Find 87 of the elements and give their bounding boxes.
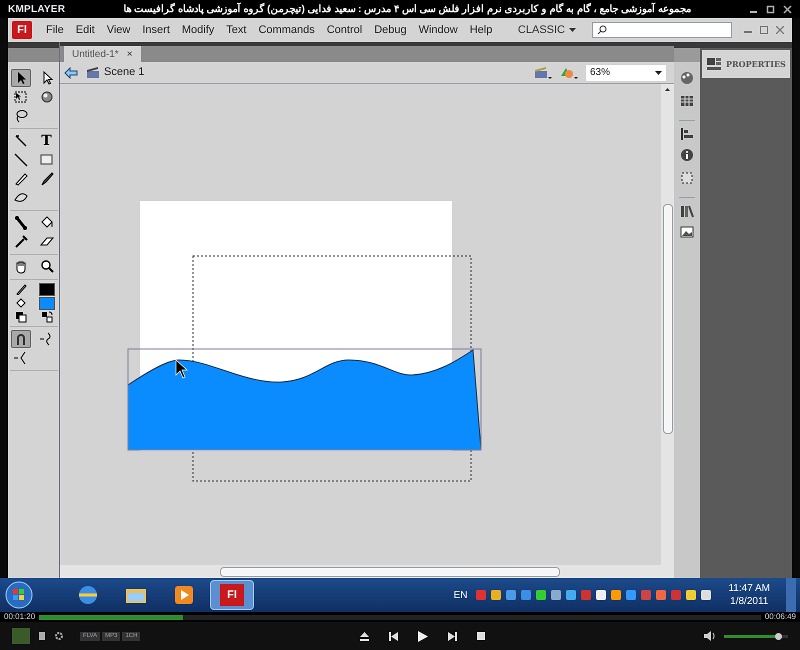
menu-item[interactable]: Edit	[70, 22, 101, 38]
stroke-color-swatch[interactable]	[38, 283, 54, 296]
tray-icon[interactable]	[610, 589, 622, 601]
previous-icon[interactable]	[388, 632, 398, 640]
swap-colors-icon[interactable]	[40, 311, 52, 323]
tool-button[interactable]	[10, 330, 30, 348]
eyedropper-icon	[12, 234, 28, 250]
scroll-thumb[interactable]	[662, 204, 672, 434]
volume-icon[interactable]	[704, 631, 716, 641]
scene-label: Scene 1	[104, 65, 144, 80]
menu-item[interactable]: Modify	[176, 22, 220, 38]
tray-icon[interactable]	[490, 589, 502, 601]
back-arrow-icon[interactable]	[64, 66, 78, 78]
settings-icon[interactable]	[54, 631, 64, 641]
align-icon[interactable]	[679, 126, 695, 142]
sphere-icon	[38, 89, 54, 105]
tray-icon[interactable]	[550, 589, 562, 601]
workspace-dropdown[interactable]: CLASSIC	[510, 22, 584, 38]
volume-thumb[interactable]	[775, 632, 782, 640]
bone-icon	[12, 215, 28, 231]
tray-icon[interactable]	[700, 589, 712, 601]
clock-time[interactable]: 11:47 AM	[728, 582, 770, 595]
seek-bar[interactable]	[39, 614, 761, 620]
tray-icon[interactable]	[595, 589, 608, 601]
player-logo: KMPLAYER	[8, 2, 66, 16]
tray-icon[interactable]	[535, 589, 548, 601]
zoom-icon	[38, 259, 54, 275]
palette-icon[interactable]	[679, 70, 695, 86]
menu-item[interactable]: Control	[320, 22, 368, 38]
app-logo: Fl	[12, 21, 32, 39]
pen-icon	[12, 133, 28, 149]
library-icon[interactable]	[679, 203, 695, 219]
pencil-icon	[14, 283, 26, 295]
properties-icon	[706, 57, 722, 71]
menu-item[interactable]: Debug	[368, 22, 413, 38]
vertical-scrollbar[interactable]	[661, 84, 674, 565]
clock-date[interactable]: 1/8/2011	[730, 595, 768, 608]
transform-icon	[12, 89, 28, 105]
pencil-icon	[12, 171, 28, 187]
total-time: 00:06:49	[764, 611, 796, 623]
tray-icon[interactable]	[565, 589, 578, 601]
document-tab[interactable]: Untitled-1* ×	[64, 46, 141, 62]
menu-item[interactable]: Help	[464, 22, 498, 38]
eject-icon[interactable]	[360, 632, 369, 640]
info-icon[interactable]	[679, 146, 695, 162]
zoom-dropdown[interactable]: 63%	[586, 64, 666, 80]
straighten-icon	[12, 350, 28, 366]
stop-icon[interactable]	[476, 632, 485, 640]
start-button[interactable]	[4, 580, 34, 610]
next-icon[interactable]	[448, 632, 457, 640]
mouse-cursor	[176, 359, 188, 378]
menu-item[interactable]: Window	[412, 22, 464, 38]
menu-item[interactable]: Commands	[252, 22, 321, 38]
tray-icon[interactable]	[685, 589, 698, 601]
caret-icon	[569, 28, 576, 32]
elapsed-time: 00:01:20	[4, 611, 36, 623]
playlist-icon[interactable]	[38, 631, 46, 641]
tool-button[interactable]	[10, 69, 30, 87]
line-icon	[12, 152, 28, 168]
taskbar-button[interactable]: Fl	[210, 580, 254, 610]
volume-slider[interactable]	[724, 634, 788, 638]
fill-color-swatch[interactable]	[38, 297, 54, 310]
tool-button[interactable]: T	[36, 132, 56, 150]
window-title: مجموعه آموزشی جامع ، گام به گام و کاربردی نرم افزار فلش سی اس ۴ مدرس : سعید فدایی (تیچرمن) گروه آموزشی پادشاه گرافیست ها	[122, 2, 692, 16]
search-field[interactable]	[592, 22, 732, 38]
close-icon[interactable]	[783, 4, 792, 14]
image-icon[interactable]	[679, 224, 695, 240]
close-tab-icon[interactable]: ×	[126, 46, 133, 62]
menu-item[interactable]: Insert	[136, 22, 176, 38]
paint-bucket-icon	[14, 297, 26, 309]
edit-scene-icon[interactable]	[534, 66, 552, 80]
panel-header	[674, 48, 700, 62]
clapperboard-icon	[86, 66, 100, 78]
menu-item[interactable]: Text	[220, 22, 252, 38]
brush-icon	[38, 171, 54, 187]
scroll-thumb[interactable]	[220, 566, 560, 576]
horizontal-scrollbar[interactable]	[60, 565, 674, 578]
search-icon	[597, 25, 607, 35]
language-indicator[interactable]: EN	[454, 588, 468, 602]
menu-item[interactable]: View	[100, 22, 136, 38]
transform-icon[interactable]	[679, 170, 695, 186]
properties-tab[interactable]: PROPERTIES	[702, 50, 790, 78]
menu-item[interactable]: File	[40, 22, 70, 38]
caret-icon	[655, 70, 662, 74]
default-colors-icon[interactable]	[14, 311, 26, 323]
play-icon[interactable]	[418, 630, 428, 642]
maximize-icon[interactable]	[766, 4, 775, 14]
